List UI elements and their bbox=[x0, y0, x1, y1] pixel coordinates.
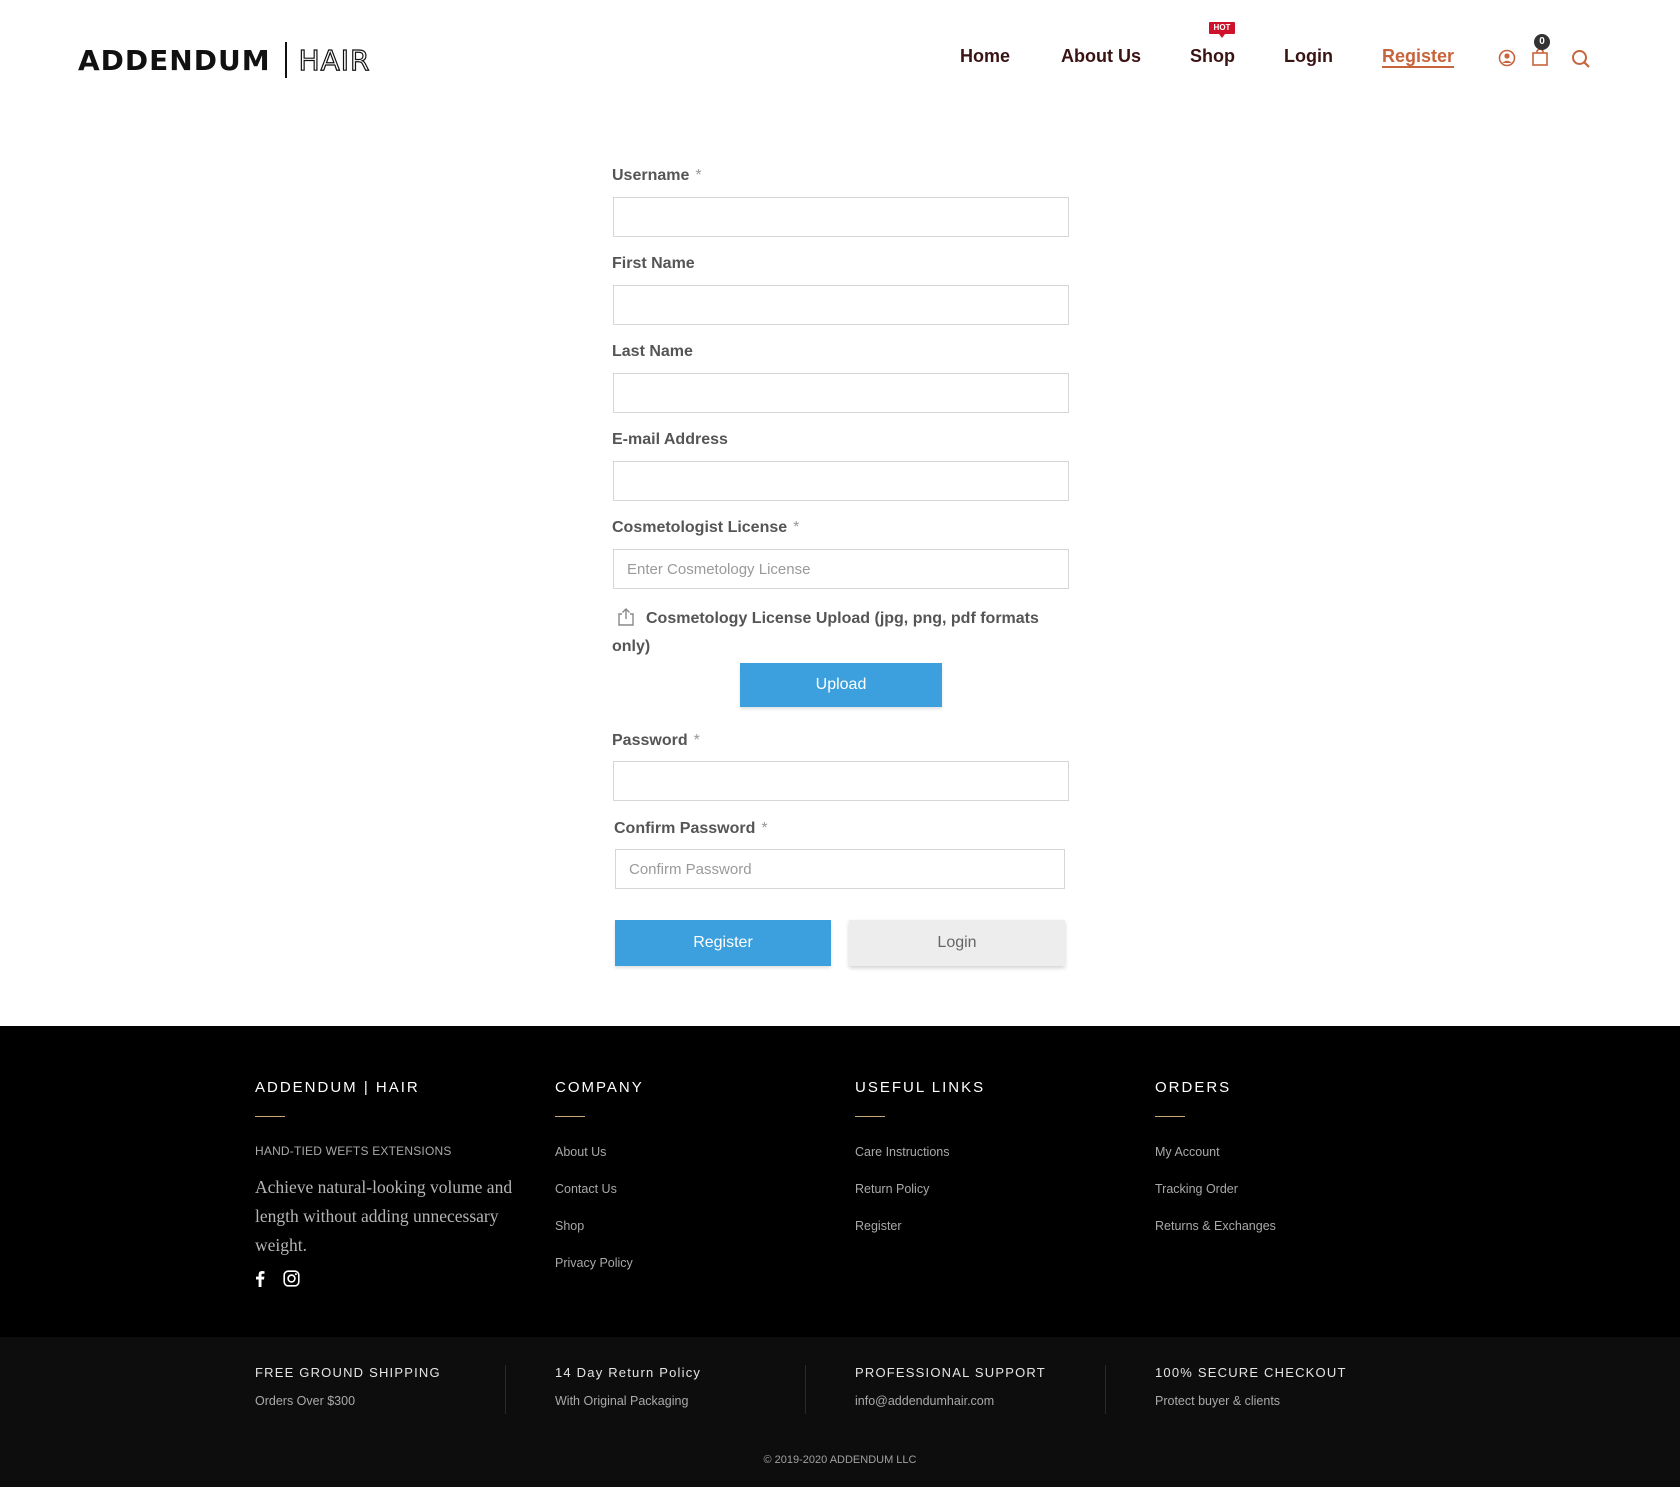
license-upload-label: Cosmetology License Upload (jpg, png, pd… bbox=[612, 606, 1070, 659]
nav-register[interactable]: Register bbox=[1382, 46, 1454, 67]
required-marker: * bbox=[793, 519, 800, 536]
hot-badge: HOT bbox=[1209, 22, 1235, 38]
last-name-label: Last Name bbox=[612, 343, 693, 360]
footer-useful-links-title: USEFUL LINKS bbox=[855, 1079, 986, 1096]
logo-main-text: ADDENDUM bbox=[78, 43, 271, 77]
upload-button[interactable]: Upload bbox=[740, 663, 942, 707]
feature-divider bbox=[1105, 1365, 1106, 1414]
feature-title: 100% SECURE CHECKOUT bbox=[1155, 1365, 1347, 1380]
footer-brand-column: ADDENDUM | HAIR HAND-TIED WEFTS EXTENSIO… bbox=[255, 1079, 535, 1292]
copyright-text: © 2019-2020 ADDENDUM LLC bbox=[763, 1454, 917, 1466]
license-label: Cosmetologist License * bbox=[612, 519, 799, 537]
footer-tagline: HAND-TIED WEFTS EXTENSIONS bbox=[255, 1144, 452, 1158]
username-input[interactable] bbox=[613, 197, 1069, 237]
password-input[interactable] bbox=[613, 761, 1069, 801]
logo-sub-text: HAIR bbox=[298, 43, 371, 77]
logo-divider bbox=[284, 42, 287, 78]
last-name-input[interactable] bbox=[613, 373, 1069, 413]
cart-count-badge: 0 bbox=[1534, 34, 1550, 50]
feature-title: 14 Day Return Policy bbox=[555, 1365, 702, 1380]
footer-link-care-instructions[interactable]: Care Instructions bbox=[855, 1144, 1135, 1181]
license-input[interactable] bbox=[613, 549, 1069, 589]
required-marker: * bbox=[695, 167, 702, 184]
nav-home[interactable]: Home bbox=[960, 46, 1010, 67]
feature-subtitle: With Original Packaging bbox=[555, 1394, 689, 1408]
footer-orders-column: ORDERS My Account Tracking Order Returns… bbox=[1155, 1079, 1435, 1255]
feature-support: PROFESSIONAL SUPPORT info@addendumhair.c… bbox=[855, 1365, 1115, 1408]
nav-shop[interactable]: Shop bbox=[1190, 46, 1235, 67]
title-rule bbox=[855, 1116, 885, 1117]
confirm-password-input[interactable] bbox=[615, 849, 1065, 889]
license-label-text: Cosmetologist License bbox=[612, 519, 788, 536]
search-icon[interactable] bbox=[1571, 49, 1591, 74]
feature-secure-checkout: 100% SECURE CHECKOUT Protect buyer & cli… bbox=[1155, 1365, 1415, 1408]
username-label: Username * bbox=[612, 167, 702, 185]
title-rule bbox=[255, 1116, 285, 1117]
feature-divider bbox=[805, 1365, 806, 1414]
password-label-text: Password bbox=[612, 732, 688, 749]
title-rule bbox=[555, 1116, 585, 1117]
username-label-text: Username bbox=[612, 167, 690, 184]
footer-link-privacy-policy[interactable]: Privacy Policy bbox=[555, 1255, 835, 1292]
feature-subtitle: Orders Over $300 bbox=[255, 1394, 356, 1408]
required-marker: * bbox=[693, 732, 700, 749]
footer-orders-title: ORDERS bbox=[1155, 1079, 1232, 1096]
login-button[interactable]: Login bbox=[849, 920, 1065, 966]
feature-divider bbox=[505, 1365, 506, 1414]
email-label: E-mail Address bbox=[612, 431, 728, 448]
footer-link-return-policy[interactable]: Return Policy bbox=[855, 1181, 1135, 1218]
user-icon[interactable] bbox=[1498, 49, 1516, 72]
footer-company-column: COMPANY About Us Contact Us Shop Privacy… bbox=[555, 1079, 835, 1292]
site-header: ADDENDUM HAIR Home About Us Shop Login R… bbox=[0, 0, 1680, 120]
confirm-password-label-text: Confirm Password bbox=[614, 820, 756, 837]
footer-link-my-account[interactable]: My Account bbox=[1155, 1144, 1435, 1181]
title-rule bbox=[1155, 1116, 1185, 1117]
feature-title: FREE GROUND SHIPPING bbox=[255, 1365, 441, 1380]
feature-title: PROFESSIONAL SUPPORT bbox=[855, 1365, 1046, 1380]
register-button[interactable]: Register bbox=[615, 920, 831, 966]
footer-description: Achieve natural-looking volume and lengt… bbox=[255, 1177, 513, 1255]
footer-company-title: COMPANY bbox=[555, 1079, 644, 1096]
social-links bbox=[255, 1270, 535, 1292]
first-name-input[interactable] bbox=[613, 285, 1069, 325]
footer-useful-links-column: USEFUL LINKS Care Instructions Return Po… bbox=[855, 1079, 1135, 1255]
email-input[interactable] bbox=[613, 461, 1069, 501]
password-label: Password * bbox=[612, 732, 700, 750]
instagram-icon[interactable] bbox=[283, 1270, 300, 1292]
required-marker: * bbox=[761, 820, 768, 837]
feature-shipping: FREE GROUND SHIPPING Orders Over $300 bbox=[255, 1365, 515, 1408]
facebook-icon[interactable] bbox=[255, 1270, 265, 1292]
confirm-password-label: Confirm Password * bbox=[614, 820, 768, 838]
nav-about-us[interactable]: About Us bbox=[1061, 46, 1141, 67]
footer-link-tracking-order[interactable]: Tracking Order bbox=[1155, 1181, 1435, 1218]
feature-returns: 14 Day Return Policy With Original Packa… bbox=[555, 1365, 815, 1408]
cart-icon[interactable] bbox=[1531, 47, 1549, 72]
first-name-label: First Name bbox=[612, 255, 695, 272]
footer-link-about-us[interactable]: About Us bbox=[555, 1144, 835, 1181]
nav-login[interactable]: Login bbox=[1284, 46, 1333, 67]
footer-link-returns-exchanges[interactable]: Returns & Exchanges bbox=[1155, 1218, 1435, 1255]
feature-subtitle: Protect buyer & clients bbox=[1155, 1394, 1281, 1408]
feature-subtitle: info@addendumhair.com bbox=[855, 1394, 995, 1408]
license-upload-text: Cosmetology License Upload (jpg, png, pd… bbox=[612, 610, 1039, 655]
upload-icon bbox=[616, 607, 636, 634]
site-logo[interactable]: ADDENDUM HAIR bbox=[78, 42, 370, 78]
footer-link-shop[interactable]: Shop bbox=[555, 1218, 835, 1255]
footer-brand-title: ADDENDUM | HAIR bbox=[255, 1079, 420, 1096]
footer-link-contact-us[interactable]: Contact Us bbox=[555, 1181, 835, 1218]
footer-link-register[interactable]: Register bbox=[855, 1218, 1135, 1255]
